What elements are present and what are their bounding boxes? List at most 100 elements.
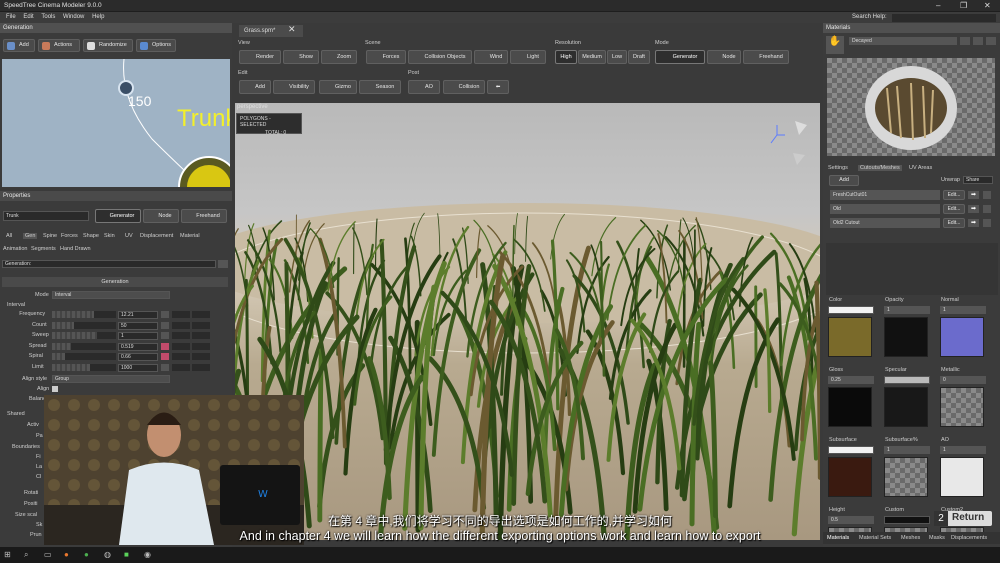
prop-curve-icon[interactable] <box>161 311 169 318</box>
close-icon[interactable]: ✕ <box>984 1 991 10</box>
align-style-select[interactable]: Group <box>52 375 170 383</box>
render-button[interactable]: Render <box>239 50 281 64</box>
cutout-menu-icon[interactable] <box>983 219 991 227</box>
tab-uv[interactable]: UV <box>125 233 133 239</box>
tab-hand-drawn[interactable]: Hand Drawn <box>60 246 91 252</box>
material-add-icon[interactable] <box>973 37 983 45</box>
property-filter-input[interactable]: Generation: <box>2 260 216 268</box>
edit-add-button[interactable]: Add <box>239 80 271 94</box>
tab-skin[interactable]: Skin <box>104 233 115 239</box>
light-button[interactable]: Light <box>510 50 546 64</box>
actions-button[interactable]: Actions <box>38 39 80 52</box>
map-value-input[interactable] <box>884 376 930 384</box>
prop-slider[interactable] <box>52 321 116 329</box>
generation-graph[interactable]: 150 Trunk <box>2 59 230 187</box>
material-preview[interactable] <box>827 58 995 156</box>
mode-select[interactable]: Interval <box>52 291 170 299</box>
tab-spine[interactable]: Spine <box>43 233 57 239</box>
collision-button[interactable]: Collision <box>443 80 485 94</box>
filter-clear-icon[interactable] <box>218 260 228 268</box>
search-help-input[interactable] <box>892 14 996 22</box>
map-texture-slot[interactable] <box>940 457 984 497</box>
mode-node-button[interactable]: Node <box>707 50 741 64</box>
cutout-select[interactable]: Old <box>830 204 940 214</box>
show-button[interactable]: Show <box>283 50 319 64</box>
cutout-arrow-icon[interactable]: ➡ <box>968 219 979 227</box>
map-texture-slot[interactable] <box>828 457 872 497</box>
axis-gizmo[interactable] <box>765 115 810 165</box>
menu-edit[interactable]: Edit <box>23 14 33 20</box>
minimize-icon[interactable]: – <box>936 1 940 10</box>
tab-mat-settings[interactable]: Settings <box>828 165 848 171</box>
prop-curve-slot[interactable] <box>192 342 210 350</box>
material-select[interactable]: Decayed <box>849 37 957 45</box>
3d-viewport[interactable]: perspective POLYGONS - SELECTED TOTAL: 0 <box>235 103 820 540</box>
cutout-edit-button[interactable]: Edit... <box>943 204 965 214</box>
prop-curve-slot[interactable] <box>172 311 190 318</box>
map-texture-slot[interactable] <box>940 317 984 357</box>
prop-curve-icon[interactable] <box>161 363 169 371</box>
tab-forces[interactable]: Forces <box>61 233 78 239</box>
map-value-input[interactable]: 1 <box>884 306 930 314</box>
explorer-icon[interactable]: ▭ <box>44 550 52 559</box>
prop-slider[interactable] <box>52 311 116 318</box>
cutout-add-button[interactable]: Add <box>829 175 859 186</box>
cutout-edit-button[interactable]: Edit... <box>943 218 965 228</box>
prop-curve-slot[interactable] <box>172 321 190 329</box>
cutout-menu-icon[interactable] <box>983 191 991 199</box>
map-value-input[interactable]: 0 <box>940 376 986 384</box>
map-texture-slot[interactable] <box>884 317 928 357</box>
prop-curve-icon[interactable] <box>161 342 169 350</box>
material-copy-icon[interactable] <box>960 37 970 45</box>
prop-curve-slot[interactable] <box>172 332 190 339</box>
maximize-icon[interactable]: ❐ <box>960 1 967 10</box>
map-texture-slot[interactable] <box>828 387 872 427</box>
start-icon[interactable]: ⊞ <box>4 550 11 559</box>
mode-generator-tab[interactable]: Generator <box>95 209 141 223</box>
map-value-input[interactable]: 1 <box>884 446 930 454</box>
prop-curve-slot[interactable] <box>192 363 210 371</box>
cutout-edit-button[interactable]: Edit... <box>943 190 965 200</box>
prop-curve-slot[interactable] <box>192 332 210 339</box>
prop-curve-icon[interactable] <box>161 353 169 360</box>
search-icon[interactable]: ⌕ <box>24 550 28 560</box>
prop-value-input[interactable]: 1 <box>118 332 158 340</box>
doc-tab-close-icon[interactable]: ✕ <box>288 24 296 35</box>
prop-slider[interactable] <box>52 342 116 350</box>
resolution-low-button[interactable]: Low <box>607 50 627 64</box>
generation-section-header[interactable]: Generation <box>2 277 228 287</box>
tab-material[interactable]: Material <box>180 233 200 239</box>
align-checkbox[interactable] <box>52 386 58 392</box>
cutout-select[interactable]: Old2 Cutout <box>830 218 940 228</box>
prop-value-input[interactable]: 0.519 <box>118 342 158 351</box>
prop-slider[interactable] <box>52 353 116 360</box>
collision-objects-button[interactable]: Collision Objects <box>408 50 472 64</box>
tab-animation[interactable]: Animation <box>3 246 27 252</box>
tab-gen[interactable]: Gen <box>23 233 38 239</box>
firefox-icon[interactable]: ● <box>64 550 69 559</box>
mode-freehand-tab[interactable]: Freehand <box>181 209 227 223</box>
prop-curve-slot[interactable] <box>172 363 190 371</box>
menu-tools[interactable]: Tools <box>41 14 55 20</box>
gizmo-button[interactable]: Gizmo <box>319 80 357 94</box>
add-button[interactable]: Add <box>3 39 35 52</box>
visibility-button[interactable]: Visibility <box>273 80 315 94</box>
tab-cutouts-meshes[interactable]: Cutouts/Meshes <box>858 165 902 171</box>
mode-node-tab[interactable]: Node <box>143 209 179 223</box>
randomize-button[interactable]: Randomize <box>83 39 133 52</box>
tab-all[interactable]: All <box>6 233 12 239</box>
map-value-input[interactable]: 0.25 <box>828 376 874 384</box>
cutout-arrow-icon[interactable]: ➡ <box>968 191 979 199</box>
material-delete-icon[interactable] <box>986 37 996 45</box>
tab-segments[interactable]: Segments <box>31 246 56 252</box>
chrome-icon[interactable]: ● <box>84 550 89 559</box>
map-texture-slot[interactable] <box>828 317 872 357</box>
media-icon[interactable]: ◉ <box>144 550 151 559</box>
map-value-input[interactable] <box>828 446 874 454</box>
tab-uv-areas[interactable]: UV Areas <box>909 165 932 171</box>
prop-value-input[interactable]: 50 <box>118 321 158 330</box>
resolution-high-button[interactable]: High <box>555 50 577 64</box>
zoom-button[interactable]: Zoom <box>321 50 357 64</box>
unwrap-select[interactable]: Share <box>963 176 993 184</box>
map-texture-slot[interactable] <box>884 387 928 427</box>
